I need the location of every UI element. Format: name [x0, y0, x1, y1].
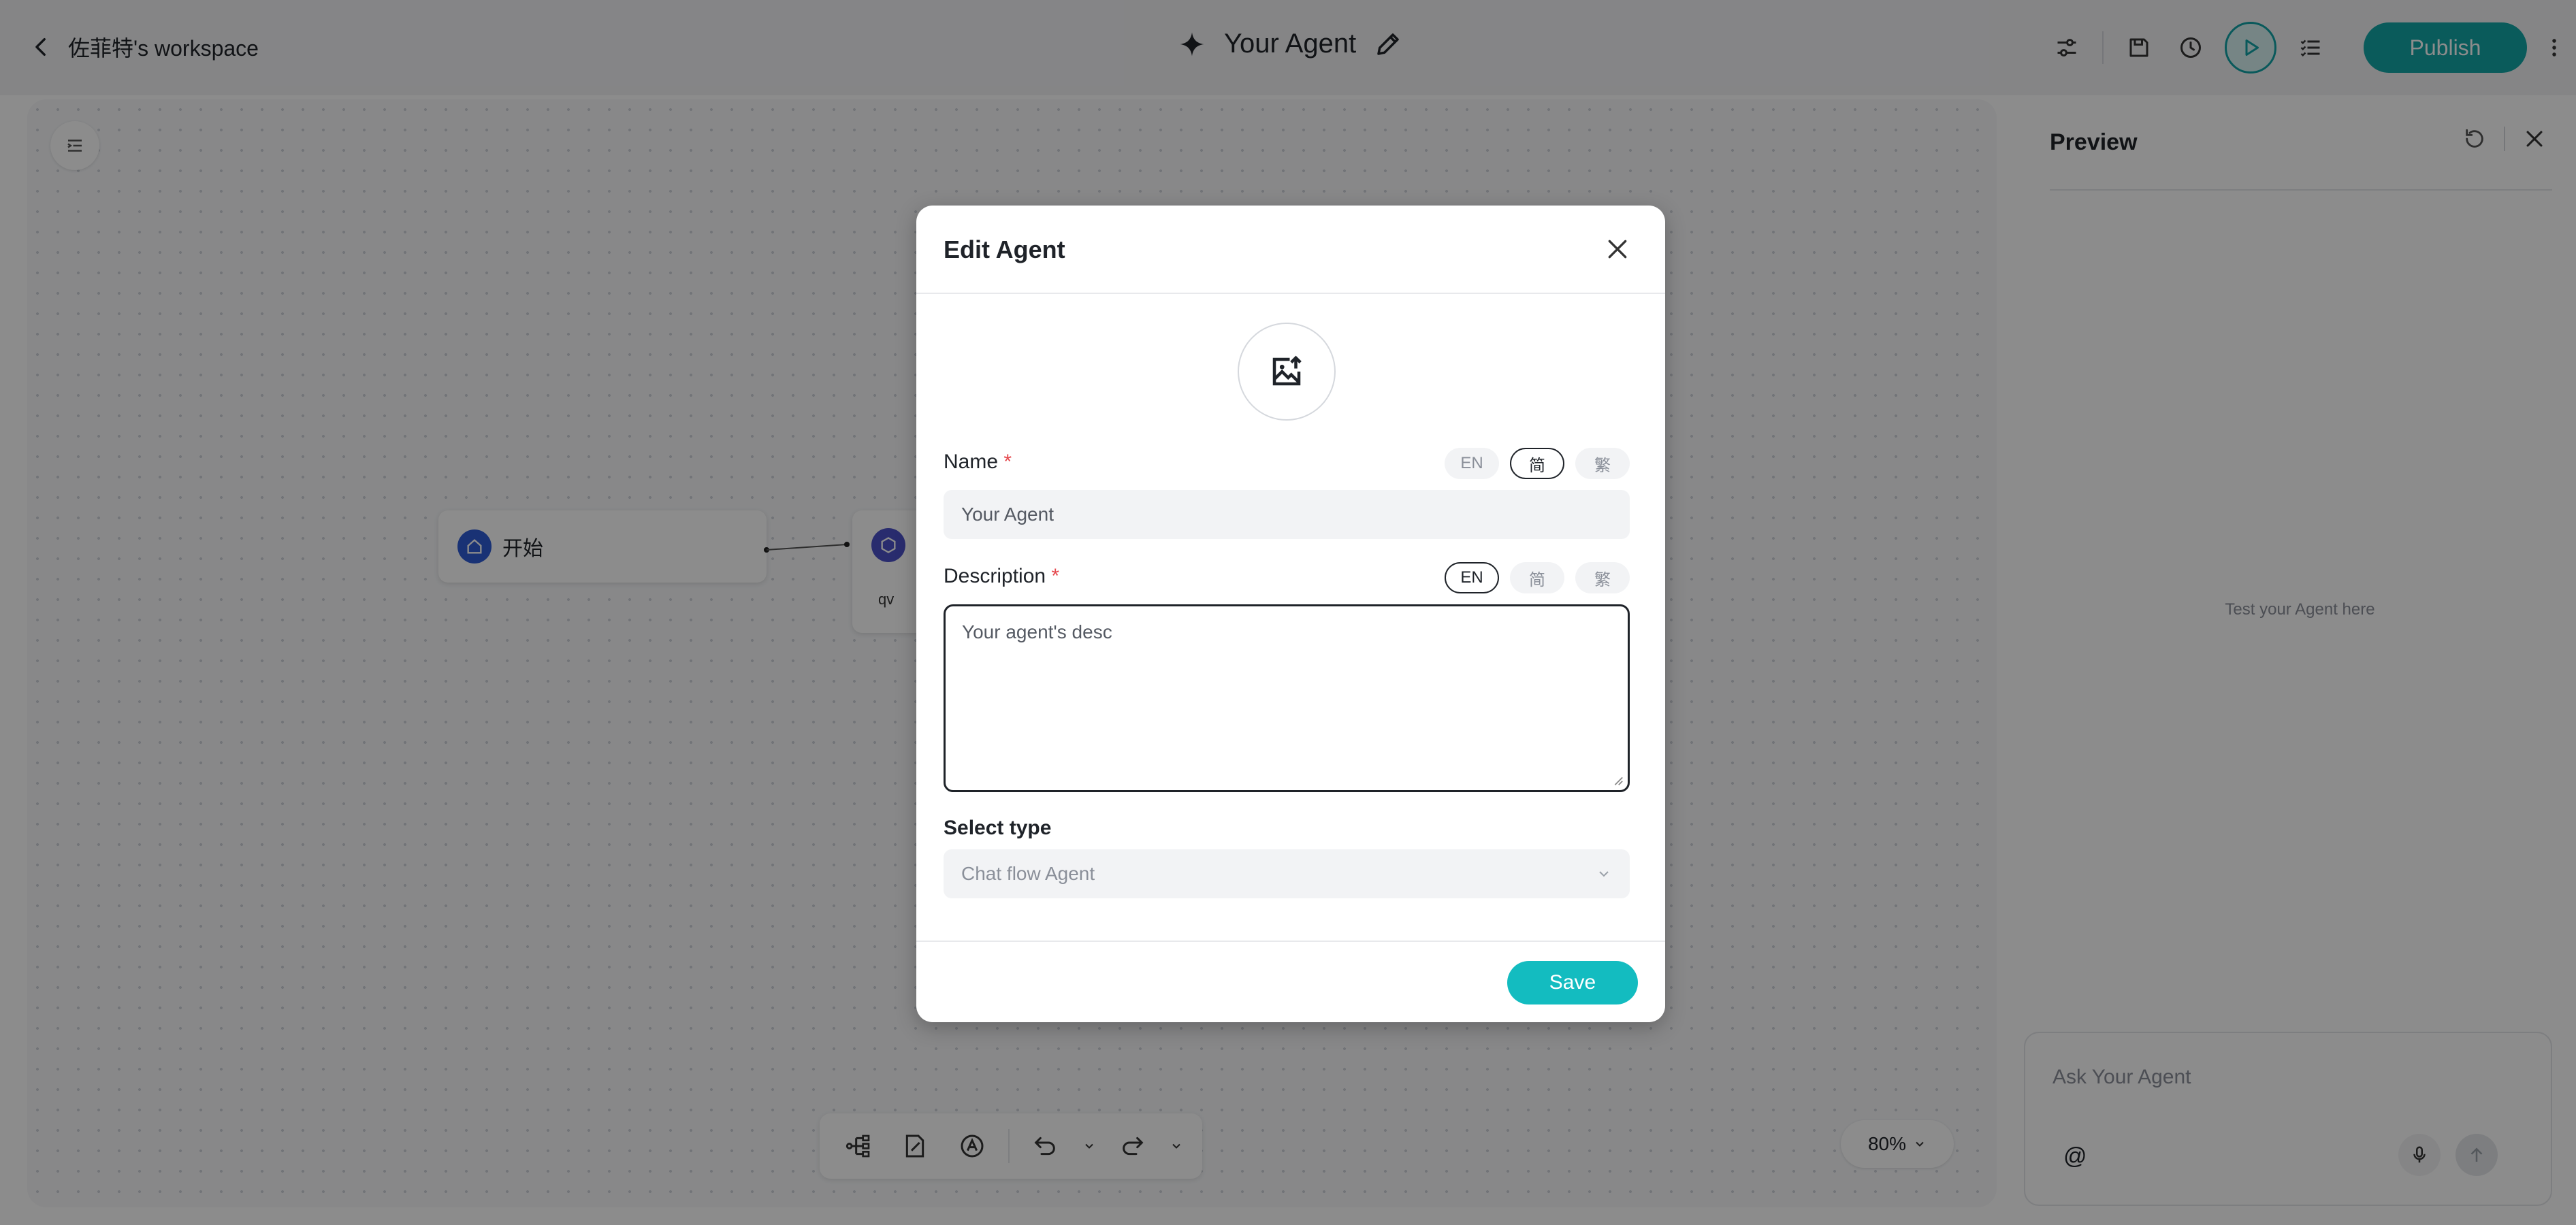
name-field[interactable]: Your Agent: [944, 490, 1630, 539]
resize-handle-icon[interactable]: [1611, 774, 1624, 786]
lang-simplified[interactable]: 简: [1510, 448, 1564, 479]
description-value: Your agent's desc: [962, 621, 1112, 642]
lang-en[interactable]: EN: [1445, 562, 1499, 593]
close-icon[interactable]: [1604, 235, 1631, 263]
description-label-text: Description: [944, 565, 1046, 587]
required-mark: *: [1003, 451, 1012, 473]
dialog-footer-divider: [916, 941, 1665, 942]
avatar-upload-button[interactable]: [1238, 323, 1336, 421]
dialog-title: Edit Agent: [944, 235, 1065, 263]
description-textarea[interactable]: Your agent's desc: [944, 604, 1630, 792]
edit-agent-dialog: Edit Agent Name * EN 简 繁 Your Agent Desc…: [916, 206, 1665, 1022]
name-label-text: Name: [944, 451, 999, 473]
lang-en[interactable]: EN: [1445, 448, 1499, 479]
save-button[interactable]: Save: [1507, 961, 1638, 1004]
name-label: Name *: [944, 451, 1012, 474]
agent-type-value: Chat flow Agent: [961, 863, 1095, 884]
name-language-switch: EN 简 繁: [1445, 448, 1630, 479]
chevron-down-icon: [1599, 871, 1609, 877]
dialog-divider: [916, 293, 1665, 294]
lang-traditional[interactable]: 繁: [1575, 562, 1630, 593]
description-label: Description *: [944, 565, 1059, 588]
description-language-switch: EN 简 繁: [1445, 562, 1630, 593]
agent-type-select[interactable]: Chat flow Agent: [944, 849, 1630, 898]
select-type-label: Select type: [944, 817, 1052, 839]
required-mark: *: [1051, 565, 1060, 587]
image-upload-icon: [1272, 355, 1302, 386]
lang-simplified[interactable]: 简: [1510, 562, 1564, 593]
lang-traditional[interactable]: 繁: [1575, 448, 1630, 479]
